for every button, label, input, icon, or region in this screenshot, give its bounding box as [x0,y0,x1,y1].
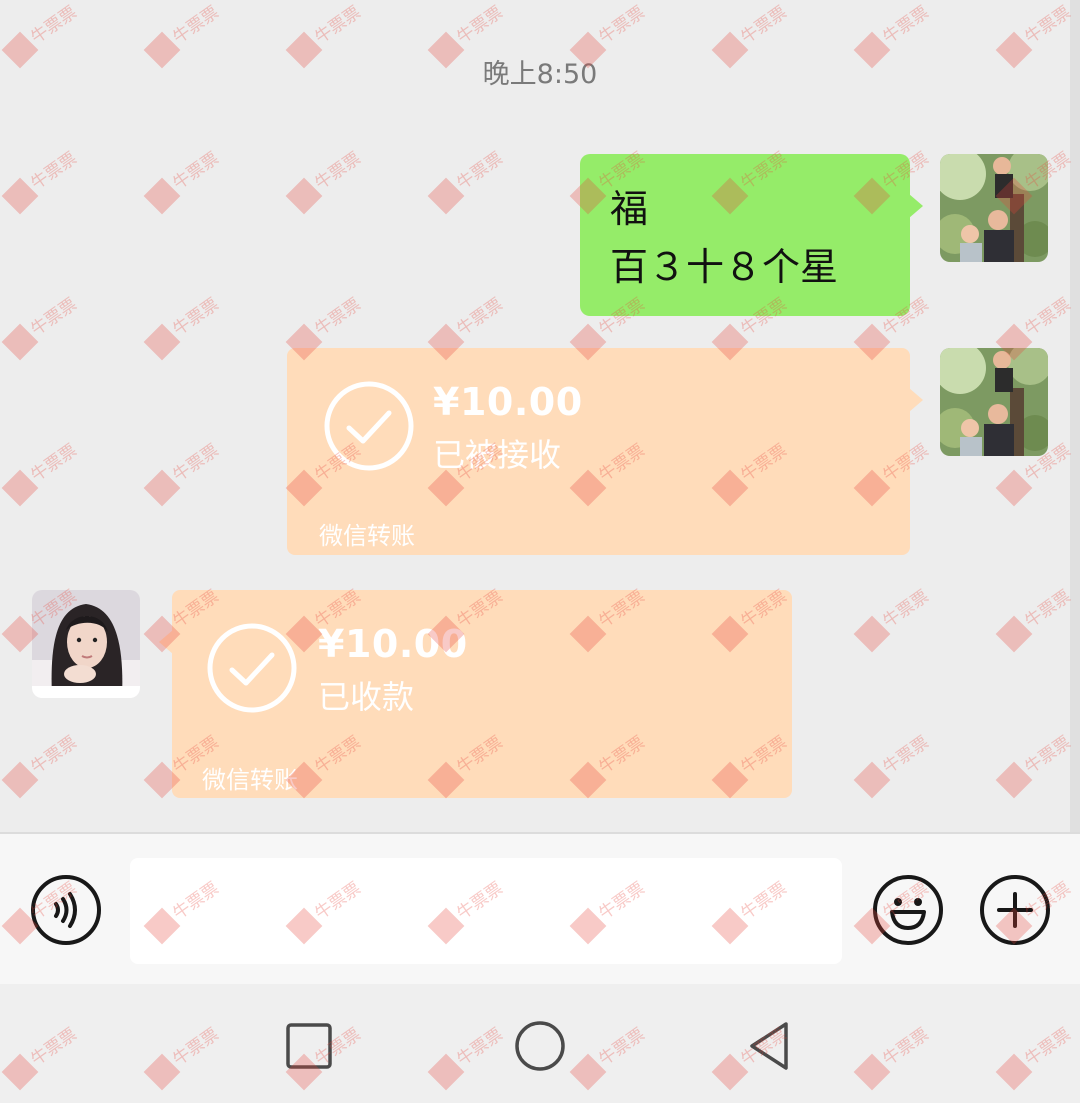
nav-square-icon[interactable] [281,1018,337,1074]
bubble-tail [159,630,173,654]
message-input[interactable] [130,858,842,964]
text-message-bubble[interactable]: 福 百３十８个星 [580,154,923,316]
emoji-icon[interactable] [872,874,944,946]
transfer-status: 已被接收 [433,436,562,474]
chat-input-bar [0,832,1080,984]
nav-back-icon[interactable] [742,1018,798,1074]
self-avatar[interactable] [940,348,1048,456]
transfer-footer-label: 微信转账 [319,522,415,550]
transfer-amount: ¥10.00 [433,380,583,424]
message-timestamp: 晚上8:50 [482,59,598,90]
check-circle-icon [207,623,297,713]
self-avatar-photo [940,154,1048,262]
voice-icon[interactable] [30,874,102,946]
nav-circle-icon[interactable] [512,1018,568,1074]
transfer-card-received[interactable]: ¥10.00 已收款 微信转账 [159,590,792,798]
transfer-status: 已收款 [318,678,415,716]
bubble-tail [909,388,923,412]
wechat-chat-screen: 晚上8:50 福 百３十８个星 ¥10.00 已被接收 微信转账 ¥10.00 … [0,0,1080,1103]
transfer-card-sent[interactable]: ¥10.00 已被接收 微信转账 [287,348,923,555]
chat-message-list[interactable]: 晚上8:50 福 百３十８个星 ¥10.00 已被接收 微信转账 ¥10.00 … [0,0,1080,832]
plus-icon[interactable] [979,874,1051,946]
self-avatar[interactable] [940,154,1048,262]
message-text-line-2: 百３十８个星 [610,245,839,289]
contact-avatar[interactable] [32,590,140,698]
transfer-footer-label: 微信转账 [202,766,298,794]
bubble-tail [909,194,923,218]
self-avatar-photo [940,348,1048,456]
check-circle-icon [324,381,414,471]
contact-avatar-photo [32,590,140,698]
system-navigation-bar [0,984,1080,1103]
scrollbar[interactable] [1070,0,1080,832]
message-text-line-1: 福 [610,187,649,231]
transfer-amount: ¥10.00 [318,622,468,666]
